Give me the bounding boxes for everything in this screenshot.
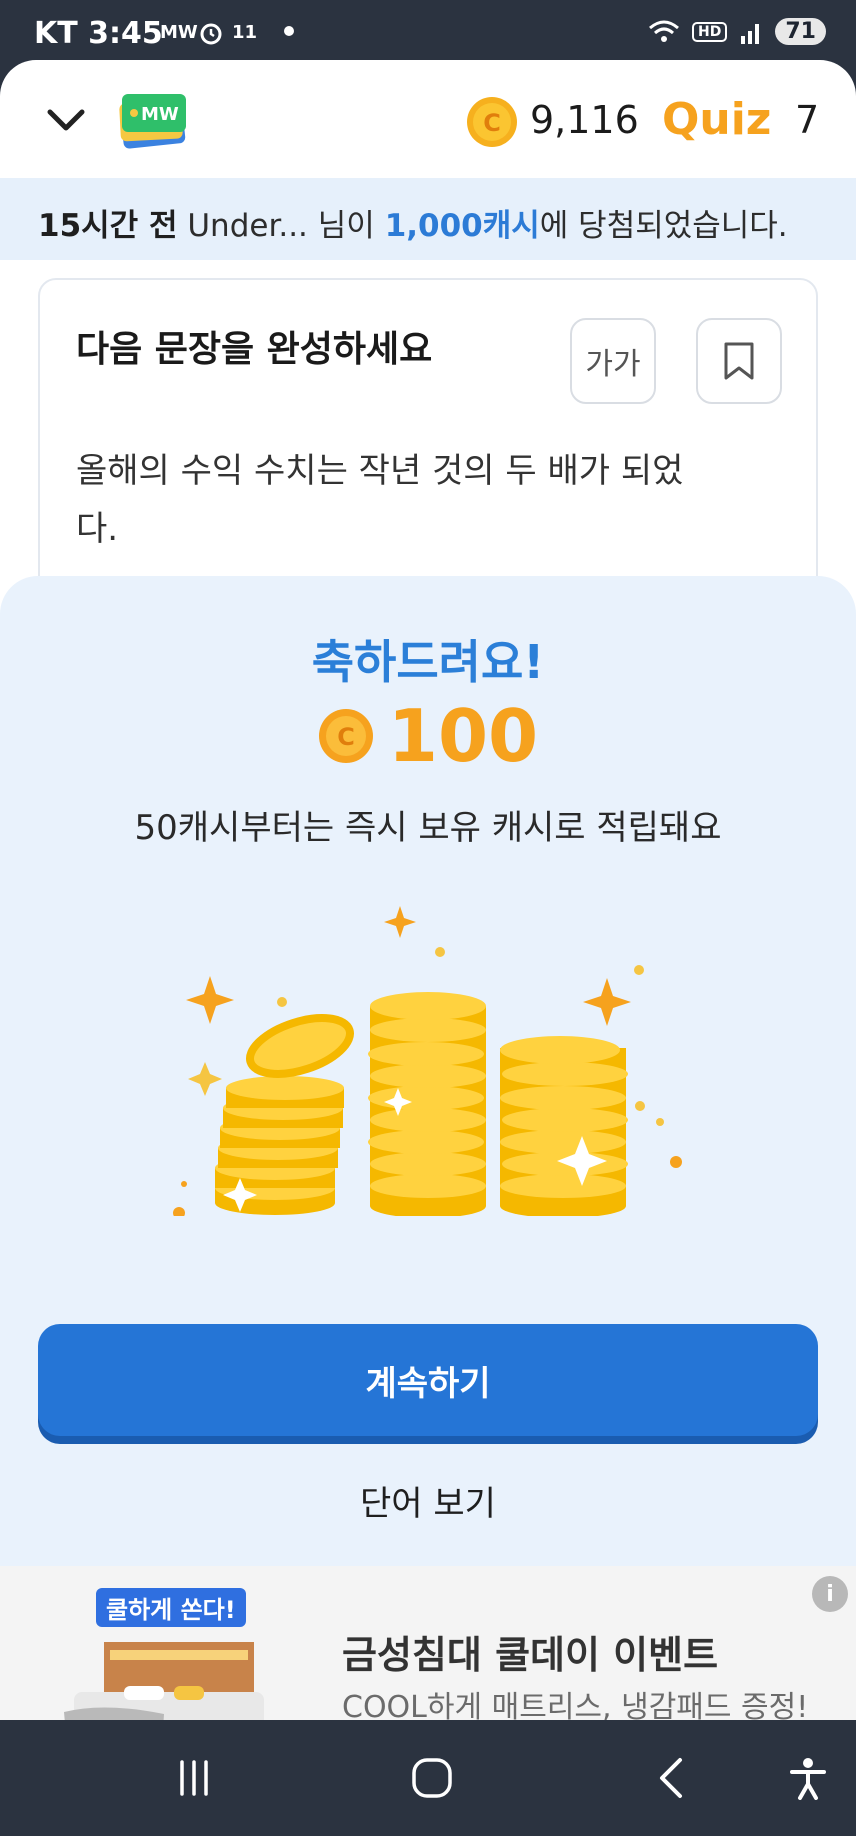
ticker-suffix: 에 당첨되었습니다. bbox=[539, 208, 788, 244]
reward-amount: 100 bbox=[387, 694, 539, 778]
reward-sheet: 축하드려요! C 100 50캐시부터는 즉시 보유 캐시로 적립돼요 계속하기… bbox=[0, 576, 856, 1720]
svg-text:C: C bbox=[337, 723, 355, 751]
winner-ticker: 15시간 전 Under... 님이 1,000캐시에 당첨되었습니다. bbox=[0, 178, 856, 260]
system-nav-bar bbox=[0, 1720, 856, 1836]
app-logo[interactable]: MW bbox=[116, 86, 190, 150]
notification-dot-icon bbox=[284, 26, 294, 36]
font-size-label: 가가 bbox=[585, 347, 641, 382]
ad-title: 금성침대 쿨데이 이벤트 bbox=[342, 1633, 719, 1677]
logo-text: MW bbox=[141, 104, 179, 125]
ad-badge: 쿨하게 쏜다! bbox=[96, 1588, 246, 1627]
ad-banner[interactable]: 쿨하게 쏜다! 금성침대 쿨데이 이벤트 COOL하게 매트리스, 냉감패드 증… bbox=[0, 1566, 856, 1720]
app-notification-label: MW bbox=[160, 22, 198, 43]
status-right-group: HD 71 bbox=[648, 18, 826, 45]
accessibility-icon bbox=[790, 1758, 826, 1800]
alarm-count: 11 bbox=[232, 22, 258, 43]
status-time: KT 3:45 bbox=[34, 16, 163, 51]
ad-subtitle: COOL하게 매트리스, 냉감패드 증정! bbox=[342, 1690, 809, 1720]
question-sentence: 올해의 수익 수치는 작년 것의 두 배가 되었다. bbox=[76, 451, 684, 549]
coin-icon: C bbox=[318, 709, 373, 763]
ticker-amount: 1,000캐시 bbox=[384, 208, 540, 244]
hd-voice-icon: HD bbox=[692, 21, 728, 42]
svg-text:C: C bbox=[483, 109, 501, 137]
bed-image bbox=[64, 1642, 264, 1720]
cash-balance[interactable]: 9,116 bbox=[530, 98, 639, 142]
coin-stack-illustration bbox=[173, 906, 682, 1216]
info-icon[interactable]: i bbox=[812, 1576, 848, 1612]
recent-apps-button[interactable] bbox=[164, 1750, 224, 1806]
recent-apps-icon bbox=[180, 1760, 208, 1796]
congrats-title: 축하드려요! bbox=[311, 635, 545, 689]
bookmark-button[interactable] bbox=[696, 318, 782, 404]
font-size-button[interactable]: 가가 bbox=[570, 318, 656, 404]
continue-button[interactable]: 계속하기 bbox=[38, 1324, 818, 1436]
signal-icon bbox=[741, 23, 760, 44]
app-header: MW C 9,116 Quiz 7 bbox=[0, 60, 856, 178]
app-screen: MW C 9,116 Quiz 7 15시간 전 Under... 님이 1,0… bbox=[0, 60, 856, 1720]
accessibility-button[interactable] bbox=[778, 1750, 838, 1806]
battery-icon: 71 bbox=[775, 18, 826, 45]
quiz-count: 7 bbox=[795, 98, 820, 142]
reward-row: C 100 bbox=[0, 694, 856, 778]
ticker-time: 15시간 전 bbox=[38, 208, 178, 244]
ticker-user: Under... bbox=[187, 208, 308, 244]
question-title: 다음 문장을 완성하세요 bbox=[76, 329, 433, 370]
view-word-button[interactable]: 단어 보기 bbox=[0, 1476, 856, 1525]
wifi-icon bbox=[649, 20, 680, 42]
reward-subtext: 50캐시부터는 즉시 보유 캐시로 적립돼요 bbox=[134, 808, 722, 848]
home-button[interactable] bbox=[402, 1750, 462, 1806]
chevron-down-icon[interactable] bbox=[46, 100, 86, 140]
coin-icon: C bbox=[467, 97, 517, 147]
back-icon bbox=[660, 1758, 682, 1798]
ticker-mid: 님이 bbox=[317, 208, 375, 244]
home-icon bbox=[412, 1758, 452, 1798]
status-bar: KT 3:45 MW 11 HD 71 bbox=[0, 0, 856, 60]
bookmark-icon bbox=[724, 342, 754, 380]
back-button[interactable] bbox=[642, 1750, 702, 1806]
quiz-label[interactable]: Quiz bbox=[662, 94, 771, 145]
alarm-icon bbox=[200, 23, 222, 45]
